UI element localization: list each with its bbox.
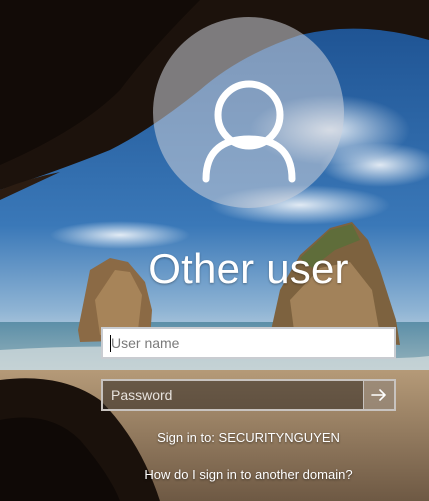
username-input[interactable] — [101, 327, 396, 359]
lock-screen: Other user Sign in to: SECURITYNGUYEN Ho… — [0, 0, 429, 501]
user-display-name: Other user — [148, 245, 349, 292]
user-silhouette-icon — [202, 80, 296, 183]
password-input[interactable] — [101, 379, 363, 411]
sign-in-domain-label: Sign in to: SECURITYNGUYEN — [157, 430, 340, 445]
arrow-right-icon — [371, 389, 386, 401]
submit-button[interactable] — [363, 379, 396, 411]
domain-help-link[interactable]: How do I sign in to another domain? — [0, 467, 429, 482]
text-caret — [110, 335, 111, 352]
user-avatar — [153, 17, 344, 208]
